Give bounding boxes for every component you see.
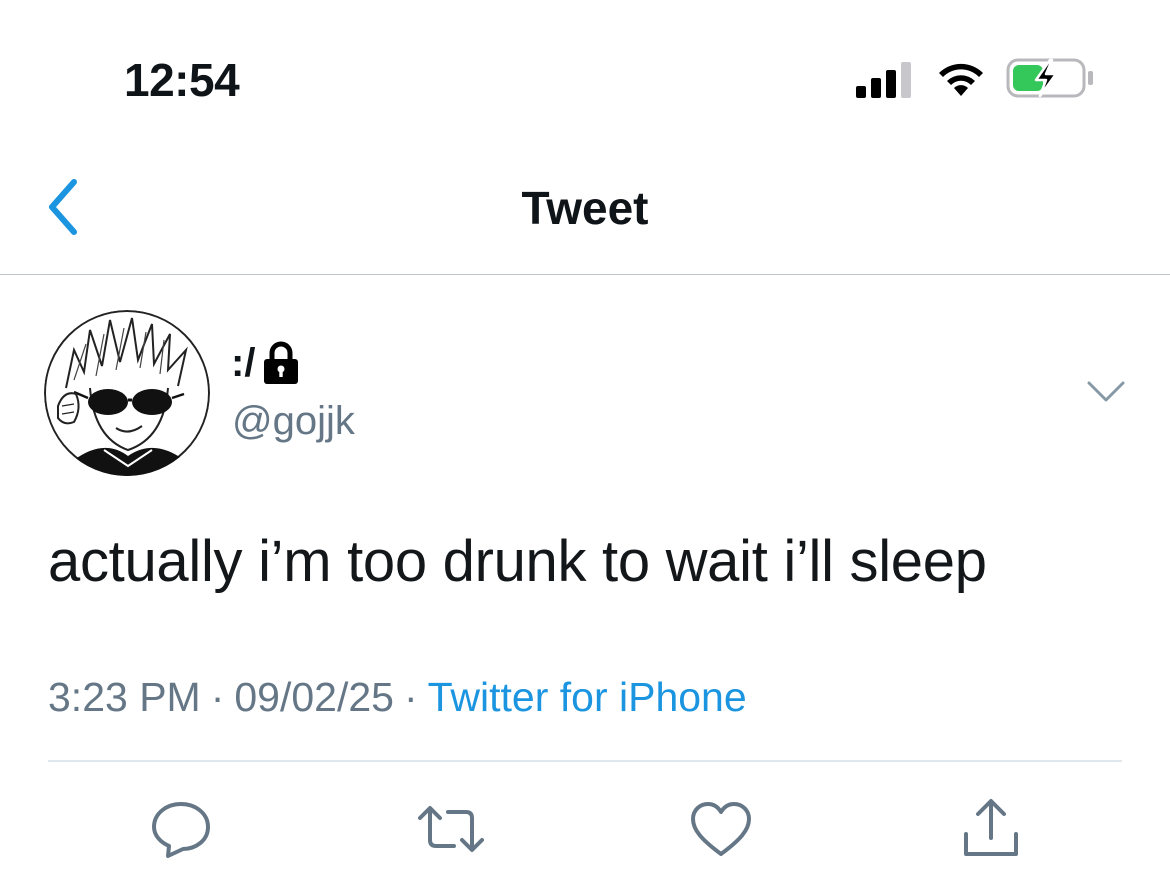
author-name: :/: [231, 338, 301, 388]
retweet-icon: [418, 806, 484, 852]
lock-icon: [264, 341, 299, 384]
author-avatar[interactable]: [44, 310, 210, 476]
status-time: 12:54: [124, 54, 240, 106]
battery-charging-icon: [1006, 58, 1093, 98]
chevron-down-icon: [1087, 381, 1125, 402]
wifi-icon: [939, 63, 983, 96]
reply-icon: [152, 802, 210, 858]
author-handle[interactable]: @gojjk: [232, 396, 355, 446]
nav-divider: [0, 274, 1170, 275]
share-icon: [964, 799, 1018, 856]
signal-icon: [856, 62, 911, 98]
tweet-menu-button[interactable]: [1086, 378, 1126, 406]
actions-divider: [48, 760, 1122, 762]
like-icon: [691, 802, 751, 856]
tweet-text: actually i’m too drunk to wait i’ll slee…: [48, 529, 987, 594]
tweet-time: 3:23 PM: [48, 674, 201, 720]
retweet-button[interactable]: [418, 796, 484, 862]
page-title: Tweet: [521, 182, 649, 234]
meta-separator: ·: [210, 674, 225, 720]
share-button[interactable]: [958, 796, 1024, 862]
reply-button[interactable]: [148, 796, 214, 862]
display-name-text[interactable]: :/: [231, 338, 255, 388]
tweet-date: 09/02/25: [234, 674, 394, 720]
like-button[interactable]: [688, 796, 754, 862]
tweet-meta: 3:23 PM · 09/02/25 · Twitter for iPhone: [48, 670, 747, 724]
tweet-source-link[interactable]: Twitter for iPhone: [428, 674, 747, 720]
avatar-image: [44, 310, 210, 476]
tweet-detail-screen: 12:54 Tweet:/ @gojjk actually i’m too d…: [0, 0, 1170, 894]
meta-separator: ·: [403, 674, 418, 720]
